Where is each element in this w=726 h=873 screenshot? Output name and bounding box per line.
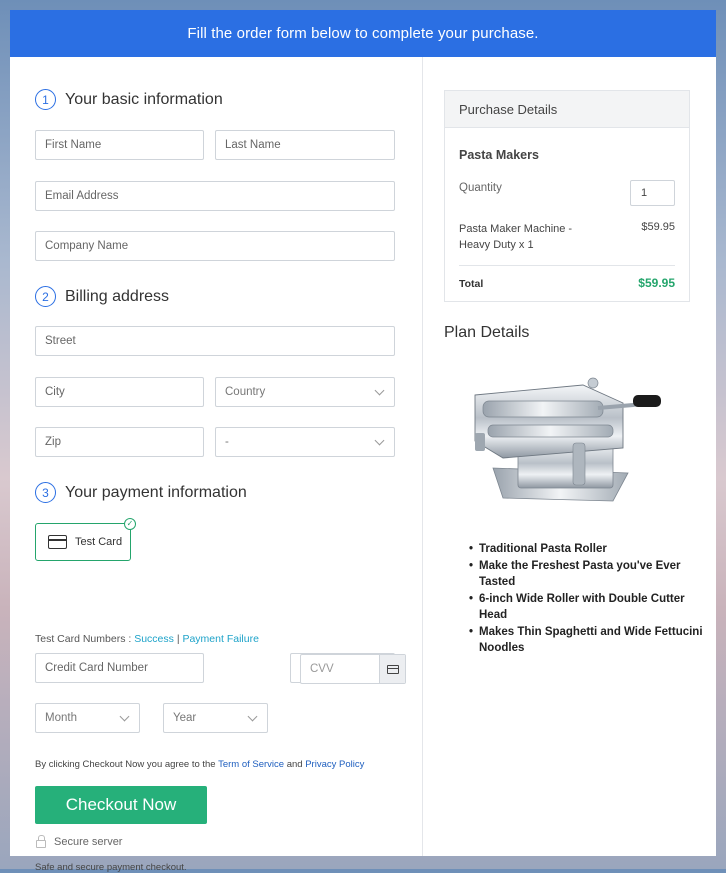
basic-info-title: Your basic information bbox=[65, 90, 223, 108]
privacy-link[interactable]: Privacy Policy bbox=[305, 759, 364, 770]
chevron-down-icon bbox=[119, 711, 130, 721]
cvv-card-icon bbox=[379, 655, 405, 683]
test-card-label: Test Card bbox=[75, 536, 123, 548]
feature-item: Make the Freshest Pasta you've Ever Tast… bbox=[469, 558, 709, 591]
secure-server: Secure server bbox=[36, 835, 122, 848]
billing-heading: 2 Billing address bbox=[35, 286, 169, 307]
test-card-numbers: Test Card Numbers : Success | Payment Fa… bbox=[35, 633, 259, 645]
success-link[interactable]: Success bbox=[134, 633, 174, 645]
total-label: Total bbox=[459, 278, 484, 290]
feature-item: Makes Thin Spaghetti and Wide Fettucini … bbox=[469, 624, 709, 657]
first-name-input[interactable]: First Name bbox=[35, 130, 204, 160]
credit-card-icon bbox=[48, 535, 67, 549]
order-form: 1 Your basic information First Name Last… bbox=[10, 57, 422, 873]
purchase-details-box: Purchase Details Pasta Makers Quantity 1… bbox=[444, 90, 690, 302]
summary-divider bbox=[459, 265, 675, 266]
chevron-down-icon bbox=[247, 711, 258, 721]
checkmark-icon: ✓ bbox=[124, 518, 136, 530]
pasta-maker-image bbox=[474, 377, 661, 502]
safe-checkout-text: Safe and secure payment checkout. bbox=[35, 862, 187, 873]
content-columns: 1 Your basic information First Name Last… bbox=[10, 57, 716, 873]
card-icon bbox=[386, 664, 399, 674]
street-input[interactable]: Street bbox=[35, 326, 395, 356]
purchase-details-heading: Purchase Details bbox=[445, 91, 689, 128]
country-select[interactable]: Country bbox=[215, 377, 395, 407]
agreement-text: By clicking Checkout Now you agree to th… bbox=[35, 759, 365, 770]
summary-column: Purchase Details Pasta Makers Quantity 1… bbox=[423, 57, 716, 856]
step-number-1: 1 bbox=[35, 89, 56, 110]
feature-list: Traditional Pasta Roller Make the Freshe… bbox=[469, 541, 709, 657]
last-name-input[interactable]: Last Name bbox=[215, 130, 395, 160]
feature-item: 6-inch Wide Roller with Double Cutter He… bbox=[469, 591, 709, 624]
quantity-label: Quantity bbox=[459, 182, 502, 194]
header-banner: Fill the order form below to complete yo… bbox=[10, 10, 716, 57]
month-select[interactable]: Month bbox=[35, 703, 140, 733]
payment-title: Your payment information bbox=[65, 483, 247, 501]
step-number-2: 2 bbox=[35, 286, 56, 307]
cvv-input[interactable]: CVV bbox=[300, 654, 406, 684]
checkout-page: Fill the order form below to complete yo… bbox=[10, 10, 716, 873]
lock-icon bbox=[36, 835, 46, 848]
chevron-down-icon bbox=[374, 385, 385, 395]
year-select[interactable]: Year bbox=[163, 703, 268, 733]
product-title: Pasta Makers bbox=[459, 148, 539, 162]
item-name: Pasta Maker Machine - Heavy Duty x 1 bbox=[459, 223, 573, 251]
banner-text: Fill the order form below to complete yo… bbox=[187, 25, 539, 42]
state-select[interactable]: - bbox=[215, 427, 395, 457]
basic-info-heading: 1 Your basic information bbox=[35, 89, 223, 110]
chevron-down-icon bbox=[374, 435, 385, 445]
feature-item: Traditional Pasta Roller bbox=[469, 541, 709, 558]
company-input[interactable]: Company Name bbox=[35, 231, 395, 261]
checkout-now-button[interactable]: Checkout Now bbox=[35, 786, 207, 824]
billing-title: Billing address bbox=[65, 287, 170, 305]
test-card-option[interactable]: Test Card ✓ bbox=[35, 518, 136, 561]
terms-link[interactable]: Term of Service bbox=[218, 759, 284, 770]
total-value: $59.95 bbox=[638, 276, 675, 290]
city-input[interactable]: City bbox=[35, 377, 204, 407]
item-price: $59.95 bbox=[641, 221, 675, 233]
payment-failure-link[interactable]: Payment Failure bbox=[182, 633, 258, 645]
payment-heading: 3 Your payment information bbox=[35, 482, 247, 503]
credit-card-number-input[interactable]: Credit Card Number bbox=[35, 653, 204, 683]
quantity-input[interactable]: 1 bbox=[630, 180, 675, 206]
step-number-3: 3 bbox=[35, 482, 56, 503]
plan-details-title: Plan Details bbox=[444, 324, 530, 341]
zip-input[interactable]: Zip bbox=[35, 427, 204, 457]
email-input[interactable]: Email Address bbox=[35, 181, 395, 211]
